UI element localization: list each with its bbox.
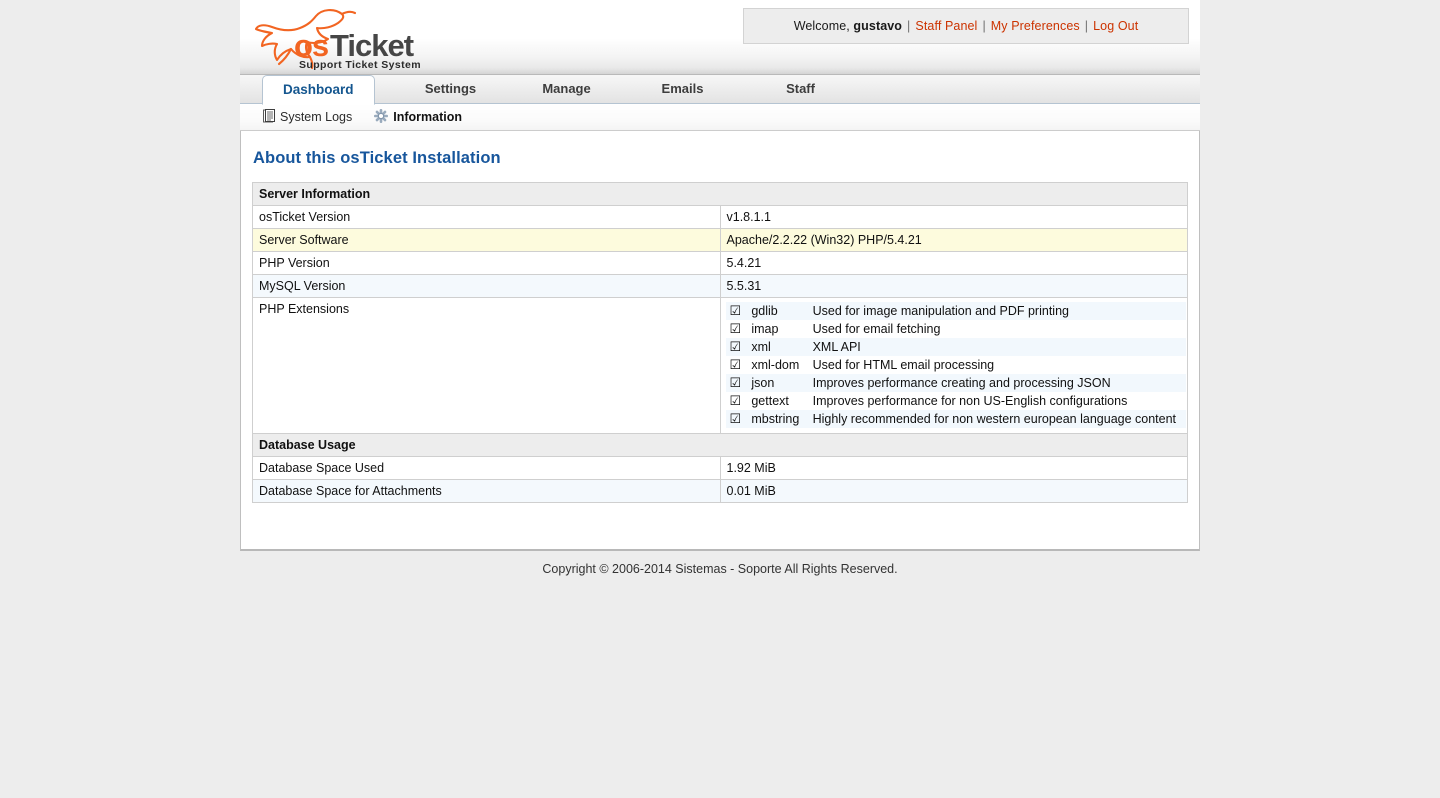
document-icon	[262, 108, 275, 126]
gear-icon	[374, 108, 389, 126]
osticket-logo[interactable]: os Ticket Support Ticket System	[250, 3, 450, 71]
staff-panel-link[interactable]: Staff Panel	[915, 19, 977, 33]
site-header: os Ticket Support Ticket System Welcome,…	[240, 0, 1200, 75]
page-container: os Ticket Support Ticket System Welcome,…	[240, 0, 1200, 551]
extension-name: mbstring	[751, 410, 813, 428]
list-item: ☑ imap Used for email fetching	[725, 320, 1186, 338]
welcome-separator-3: |	[1084, 19, 1089, 33]
php-extensions-value: ☑ gdlib Used for image manipulation and …	[719, 297, 1188, 434]
table-row: PHP Extensions ☑ gdlib Used for image ma…	[252, 297, 1188, 434]
database-usage-header: Database Usage	[252, 433, 1188, 457]
list-item: ☑ xml-dom Used for HTML email processing	[725, 356, 1186, 374]
extension-name: xml-dom	[751, 356, 813, 374]
welcome-separator-1: |	[907, 19, 911, 33]
sub-nav: System Logs Information	[240, 104, 1200, 131]
extension-name: gettext	[751, 392, 813, 410]
php-extensions-table: ☑ gdlib Used for image manipulation and …	[725, 302, 1186, 428]
extension-description: Used for email fetching	[812, 320, 1186, 338]
list-item: ☑ gettext Improves performance for non U…	[725, 392, 1186, 410]
extension-checkbox-icon: ☑	[725, 338, 752, 356]
extension-checkbox-icon: ☑	[725, 410, 752, 428]
database-space-attachments-key: Database Space for Attachments	[252, 479, 721, 503]
database-space-used-key: Database Space Used	[252, 456, 721, 480]
svg-text:Ticket: Ticket	[330, 28, 414, 63]
tab-dashboard-label: Dashboard	[283, 82, 354, 97]
list-item: ☑ xml XML API	[725, 338, 1186, 356]
page-title: About this osTicket Installation	[253, 149, 501, 167]
list-item: ☑ json Improves performance creating and…	[725, 374, 1186, 392]
extension-description: XML API	[812, 338, 1186, 356]
table-row: Server Software Apache/2.2.22 (Win32) PH…	[252, 228, 1188, 252]
php-version-value: 5.4.21	[719, 251, 1188, 275]
tab-manage-label: Manage	[542, 81, 591, 96]
extension-description: Highly recommended for non western europ…	[812, 410, 1186, 428]
table-row: osTicket Version v1.8.1.1	[252, 205, 1188, 229]
svg-text:os: os	[294, 28, 328, 63]
php-version-key: PHP Version	[252, 251, 721, 275]
extension-checkbox-icon: ☑	[725, 392, 752, 410]
php-extensions-key: PHP Extensions	[252, 297, 721, 434]
subnav-item-system-logs[interactable]: System Logs	[262, 108, 353, 126]
database-space-attachments-value: 0.01 MiB	[719, 479, 1188, 503]
table-row: PHP Version 5.4.21	[252, 251, 1188, 275]
server-software-value: Apache/2.2.22 (Win32) PHP/5.4.21	[719, 228, 1188, 252]
extension-name: gdlib	[751, 302, 813, 320]
footer: Copyright © 2006-2014 Sistemas - Soporte…	[0, 548, 1440, 576]
extension-description: Improves performance creating and proces…	[812, 374, 1186, 392]
subnav-item-information-label: Information	[393, 110, 463, 124]
copyright-text: Copyright © 2006-2014 Sistemas - Soporte…	[542, 562, 898, 576]
server-information-header: Server Information	[252, 182, 1188, 206]
welcome-bar: Welcome, gustavo | Staff Panel | My Pref…	[743, 8, 1189, 44]
tab-settings-label: Settings	[424, 81, 477, 96]
subnav-item-system-logs-label: System Logs	[280, 110, 353, 124]
tab-manage[interactable]: Manage	[521, 75, 613, 104]
list-item: ☑ mbstring Highly recommended for non we…	[725, 410, 1186, 428]
tab-staff[interactable]: Staff	[755, 75, 847, 104]
extension-checkbox-icon: ☑	[725, 320, 752, 338]
server-software-key: Server Software	[252, 228, 721, 252]
table-section-header-row: Server Information	[252, 182, 1188, 206]
table-row: Database Space for Attachments 0.01 MiB	[252, 479, 1188, 503]
tab-dashboard[interactable]: Dashboard	[262, 75, 375, 105]
table-section-header-row: Database Usage	[252, 433, 1188, 457]
table-row: Database Space Used 1.92 MiB	[252, 456, 1188, 480]
subnav-item-information[interactable]: Information	[374, 108, 463, 126]
database-space-used-value: 1.92 MiB	[719, 456, 1188, 480]
extension-description: Used for HTML email processing	[812, 356, 1186, 374]
tab-settings[interactable]: Settings	[405, 75, 497, 104]
welcome-username: gustavo	[853, 19, 903, 33]
tab-staff-label: Staff	[786, 81, 815, 96]
my-preferences-link[interactable]: My Preferences	[991, 19, 1080, 33]
extension-description: Improves performance for non US-English …	[812, 392, 1186, 410]
extension-name: imap	[751, 320, 813, 338]
welcome-separator-2: |	[982, 19, 986, 33]
mysql-version-value: 5.5.31	[719, 274, 1188, 298]
extension-name: json	[751, 374, 813, 392]
main-nav-tabs: Dashboard Settings Manage Emails Staff	[240, 75, 1200, 105]
list-item: ☑ gdlib Used for image manipulation and …	[725, 302, 1186, 320]
mysql-version-key: MySQL Version	[252, 274, 721, 298]
tab-emails[interactable]: Emails	[637, 75, 729, 104]
svg-text:Support Ticket System: Support Ticket System	[299, 59, 421, 71]
extension-checkbox-icon: ☑	[725, 356, 752, 374]
extension-checkbox-icon: ☑	[725, 374, 752, 392]
table-row: MySQL Version 5.5.31	[252, 274, 1188, 298]
welcome-greeting: Welcome,	[793, 19, 850, 33]
extension-description: Used for image manipulation and PDF prin…	[812, 302, 1186, 320]
log-out-link[interactable]: Log Out	[1093, 19, 1138, 33]
osticket-version-key: osTicket Version	[252, 205, 721, 229]
tab-emails-label: Emails	[661, 81, 704, 96]
content-panel: About this osTicket Installation Server …	[240, 131, 1200, 551]
installation-info-table: Server Information osTicket Version v1.8…	[252, 182, 1188, 503]
osticket-version-value: v1.8.1.1	[719, 205, 1188, 229]
extension-checkbox-icon: ☑	[725, 302, 752, 320]
extension-name: xml	[751, 338, 813, 356]
